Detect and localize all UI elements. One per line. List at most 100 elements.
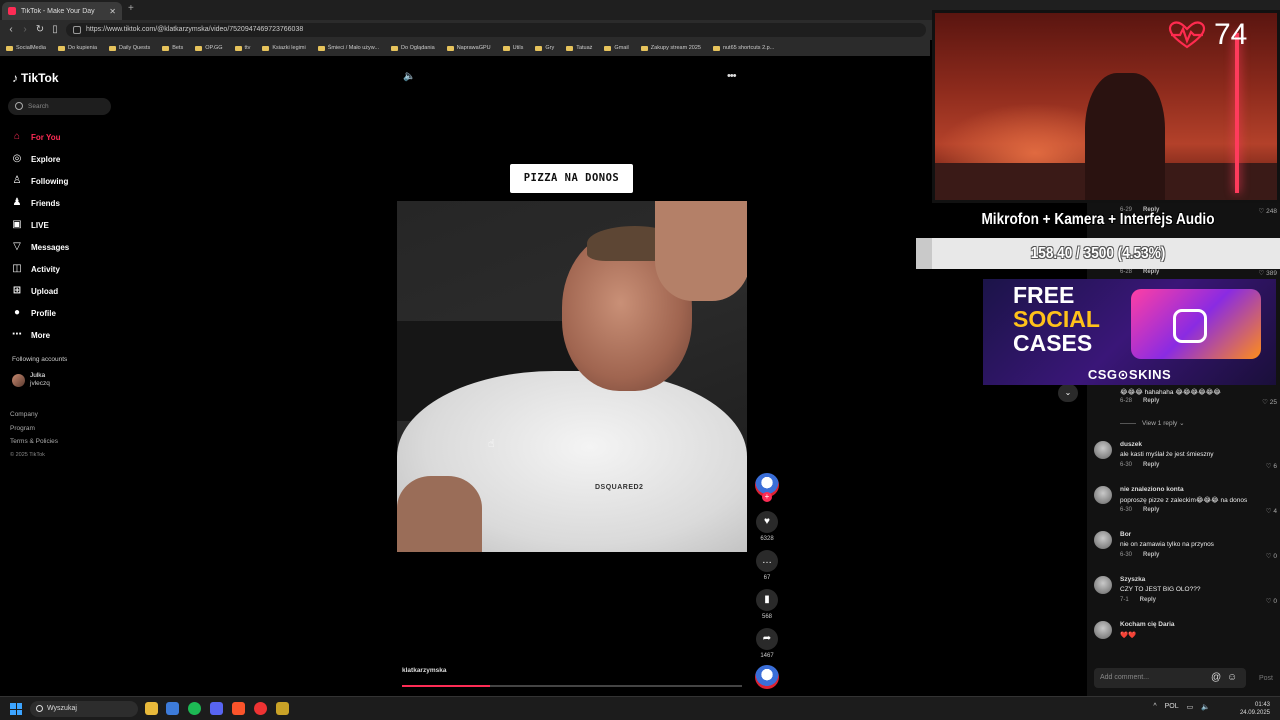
avatar[interactable] (1094, 441, 1112, 459)
chevron-down-icon[interactable]: ⌄ (1058, 384, 1078, 402)
comment-date: 6-28 (1120, 269, 1133, 275)
emoji-icon[interactable]: ☺ (1227, 668, 1237, 688)
taskbar-search[interactable]: Wyszukaj (30, 701, 138, 717)
sidebar-item-for-you[interactable]: ⌂ For You (11, 126, 121, 148)
reply-button[interactable]: Reply (1143, 269, 1159, 275)
bookmark-item[interactable]: Daily Quests (109, 45, 150, 51)
discord-icon[interactable] (210, 702, 223, 715)
network-icon[interactable]: ▭ (1187, 703, 1194, 711)
file-explorer-icon[interactable] (145, 702, 158, 715)
windows-start-icon[interactable] (10, 703, 22, 715)
close-tab-icon[interactable]: ✕ (109, 7, 116, 16)
heart-icon: ♥ (756, 511, 778, 533)
language-indicator[interactable]: POL (1165, 703, 1179, 711)
app-icon-2[interactable] (276, 702, 289, 715)
comment-like-button[interactable]: ♡ 0 (1266, 552, 1277, 560)
avatar[interactable] (1094, 531, 1112, 549)
bookmark-item[interactable]: SocialMedia (6, 45, 46, 51)
save-button[interactable]: ▮ 568 (756, 589, 778, 620)
reply-button[interactable]: Reply (1140, 597, 1156, 603)
comment-like-button[interactable]: ♡ 4 (1266, 507, 1277, 515)
search-input[interactable]: Search (8, 98, 111, 115)
tiktok-logo[interactable]: ♪ TikTok (12, 71, 59, 85)
avatar[interactable] (1094, 486, 1112, 504)
footer-link-program[interactable]: Program (10, 422, 58, 436)
comment-like-button[interactable]: ♡ 248 (1259, 207, 1278, 215)
bookmark-item[interactable]: ttv (234, 45, 250, 51)
bookmark-item[interactable]: Do Oglądania (391, 45, 435, 51)
share-button[interactable]: ➦ 1467 (756, 628, 778, 659)
following-account[interactable]: Julka jvleczq (12, 372, 50, 388)
comment-author[interactable]: duszek (1120, 441, 1142, 448)
reply-button[interactable]: Reply (1143, 398, 1159, 404)
like-button[interactable]: ♥ 6328 (756, 511, 778, 542)
reply-button[interactable]: Reply (1143, 507, 1159, 513)
browser-tab[interactable]: TikTok - Make Your Day ✕ (2, 2, 122, 20)
footer-link-company[interactable]: Company (10, 408, 58, 422)
bookmark-item[interactable]: Zakupy stream 2025 (640, 45, 701, 51)
comment-author[interactable]: nie znaleziono konta (1120, 486, 1184, 493)
sidebar-item-upload[interactable]: ⊞ Upload (11, 280, 121, 302)
video-username[interactable]: klatkarzymska (402, 667, 446, 674)
comment-like-button[interactable]: ♡ 25 (1262, 398, 1277, 406)
bookmark-item[interactable]: Tatuaż (566, 45, 592, 51)
bookmark-item[interactable]: Bets (162, 45, 183, 51)
view-replies-button[interactable]: View 1 reply ⌄ (1120, 419, 1185, 427)
comment-author[interactable]: Bor (1120, 531, 1131, 538)
spotify-icon[interactable] (188, 702, 201, 715)
sidebar-item-activity[interactable]: ◫ Activity (11, 258, 121, 280)
sidebar-item-friends[interactable]: ♟ Friends (11, 192, 121, 214)
sidebar-item-messages[interactable]: ▽ Messages (11, 236, 121, 258)
music-disc-avatar[interactable] (755, 665, 779, 689)
bookmark-item[interactable]: Utils (502, 45, 523, 51)
bookmark-item[interactable]: Do kupienia (57, 45, 97, 51)
reload-icon[interactable]: ↻ (33, 23, 47, 37)
reply-button[interactable]: Reply (1143, 462, 1159, 468)
post-button[interactable]: Post (1259, 675, 1273, 682)
footer-link-terms[interactable]: Terms & Policies (10, 435, 58, 449)
avatar[interactable] (1094, 621, 1112, 639)
bookmark-item[interactable]: Gmail (604, 45, 629, 51)
comment-date: 6-30 (1120, 507, 1133, 513)
bookmark-item[interactable]: OP.GG (195, 45, 223, 51)
forward-icon[interactable]: › (18, 23, 32, 37)
follow-plus-icon[interactable]: + (762, 492, 772, 502)
video-progress-bar[interactable] (402, 685, 742, 687)
sidebar-item-profile[interactable]: ● Profile (11, 302, 121, 324)
comment-button[interactable]: … 67 (756, 550, 778, 581)
new-tab-icon[interactable]: + (128, 3, 134, 14)
more-options-icon[interactable]: ••• (727, 70, 737, 82)
comment-like-button[interactable]: ♡ 0 (1266, 597, 1277, 605)
sidebar-item-explore[interactable]: ◎ Explore (11, 148, 121, 170)
reply-button[interactable]: Reply (1143, 552, 1159, 558)
store-icon[interactable] (166, 702, 179, 715)
site-info-icon[interactable] (73, 26, 81, 34)
app-icon[interactable] (254, 702, 267, 715)
comment-author[interactable]: Szyszka (1120, 576, 1145, 583)
bookmark-item[interactable]: Ksiazki legimi (262, 45, 306, 51)
speaker-icon[interactable]: 🔈 (1201, 703, 1210, 711)
tray-chevron-icon[interactable]: ^ (1153, 703, 1156, 711)
bookmark-item[interactable]: nut65 shortcuts 2.p... (712, 45, 774, 51)
bookmarks-bar: SocialMedia Do kupienia Daily Quests Bets OP… (0, 40, 930, 56)
volume-icon[interactable]: 🔈 (403, 71, 415, 82)
comment-like-button[interactable]: ♡ 389 (1259, 269, 1278, 277)
add-comment-input[interactable]: Add comment... @ ☺ (1094, 668, 1246, 688)
video-player[interactable]: DSQUARED2 (397, 201, 747, 552)
bookmark-item[interactable]: Gry (535, 45, 554, 51)
bookmark-item[interactable]: Śmieci / Mało używ... (317, 45, 379, 51)
bookmark-icon[interactable]: ▯ (48, 23, 62, 37)
comment-author[interactable]: Kocham cię Daria (1120, 621, 1175, 628)
comment-like-button[interactable]: ♡ 6 (1266, 462, 1277, 470)
sidebar-item-following[interactable]: ♙ Following (11, 170, 121, 192)
sidebar-item-live[interactable]: ▣ LIVE (11, 214, 121, 236)
bookmark-item[interactable]: NaprawaGPU (446, 45, 491, 51)
brave-icon[interactable] (232, 702, 245, 715)
avatar[interactable] (1094, 576, 1112, 594)
url-bar[interactable]: https://www.tiktok.com/@klatkarzymska/vi… (66, 23, 926, 37)
back-icon[interactable]: ‹ (4, 23, 18, 37)
comment-like-count: 4 (1273, 508, 1277, 515)
mention-icon[interactable]: @ (1211, 668, 1221, 688)
clock[interactable]: 01:43 24.09.2025 (1240, 701, 1270, 717)
sidebar-item-more[interactable]: ⋯ More (11, 324, 121, 346)
